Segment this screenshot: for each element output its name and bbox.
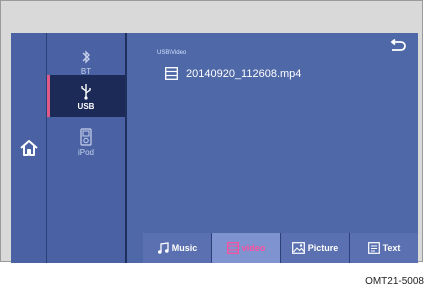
tab-video[interactable]: video [211, 233, 280, 263]
source-usb-label: USB [77, 101, 95, 111]
tab-picture-label: Picture [307, 243, 339, 253]
file-item[interactable]: 20140920_112608.mp4 [165, 67, 301, 80]
music-icon [157, 242, 169, 254]
text-icon [367, 242, 380, 254]
video-icon [226, 242, 239, 254]
return-icon [390, 38, 406, 51]
file-browser: USB\Video 20140920_112608.mp4 Music vide… [127, 33, 418, 263]
figure-code: OMT21-5008 [365, 276, 424, 287]
home-column [11, 33, 47, 263]
current-path: USB\Video [157, 50, 187, 56]
device-frame: BT USB iPod USB\Video 20140920_112608.mp… [0, 0, 423, 263]
file-name: 20140920_112608.mp4 [186, 67, 302, 80]
bluetooth-icon [82, 49, 90, 64]
home-icon [20, 140, 38, 156]
media-tabs: Music video Picture Text [143, 233, 418, 263]
source-ipod-label: iPod [77, 147, 94, 157]
ipod-icon [80, 127, 92, 146]
back-button[interactable] [388, 38, 406, 53]
usb-icon [81, 83, 91, 100]
tab-text[interactable]: Text [349, 233, 418, 263]
source-list: BT USB iPod [47, 33, 127, 263]
source-ipod[interactable]: iPod [47, 121, 125, 163]
picture-icon [291, 242, 305, 254]
tab-video-label: video [241, 243, 266, 253]
head-unit-screen: BT USB iPod USB\Video 20140920_112608.mp… [11, 33, 418, 263]
tab-picture[interactable]: Picture [280, 233, 349, 263]
tab-text-label: Text [382, 243, 401, 253]
source-usb[interactable]: USB [47, 75, 125, 117]
tab-music[interactable]: Music [143, 233, 211, 263]
video-file-icon [165, 67, 178, 80]
home-button[interactable] [18, 137, 40, 159]
tab-music-label: Music [171, 243, 198, 253]
